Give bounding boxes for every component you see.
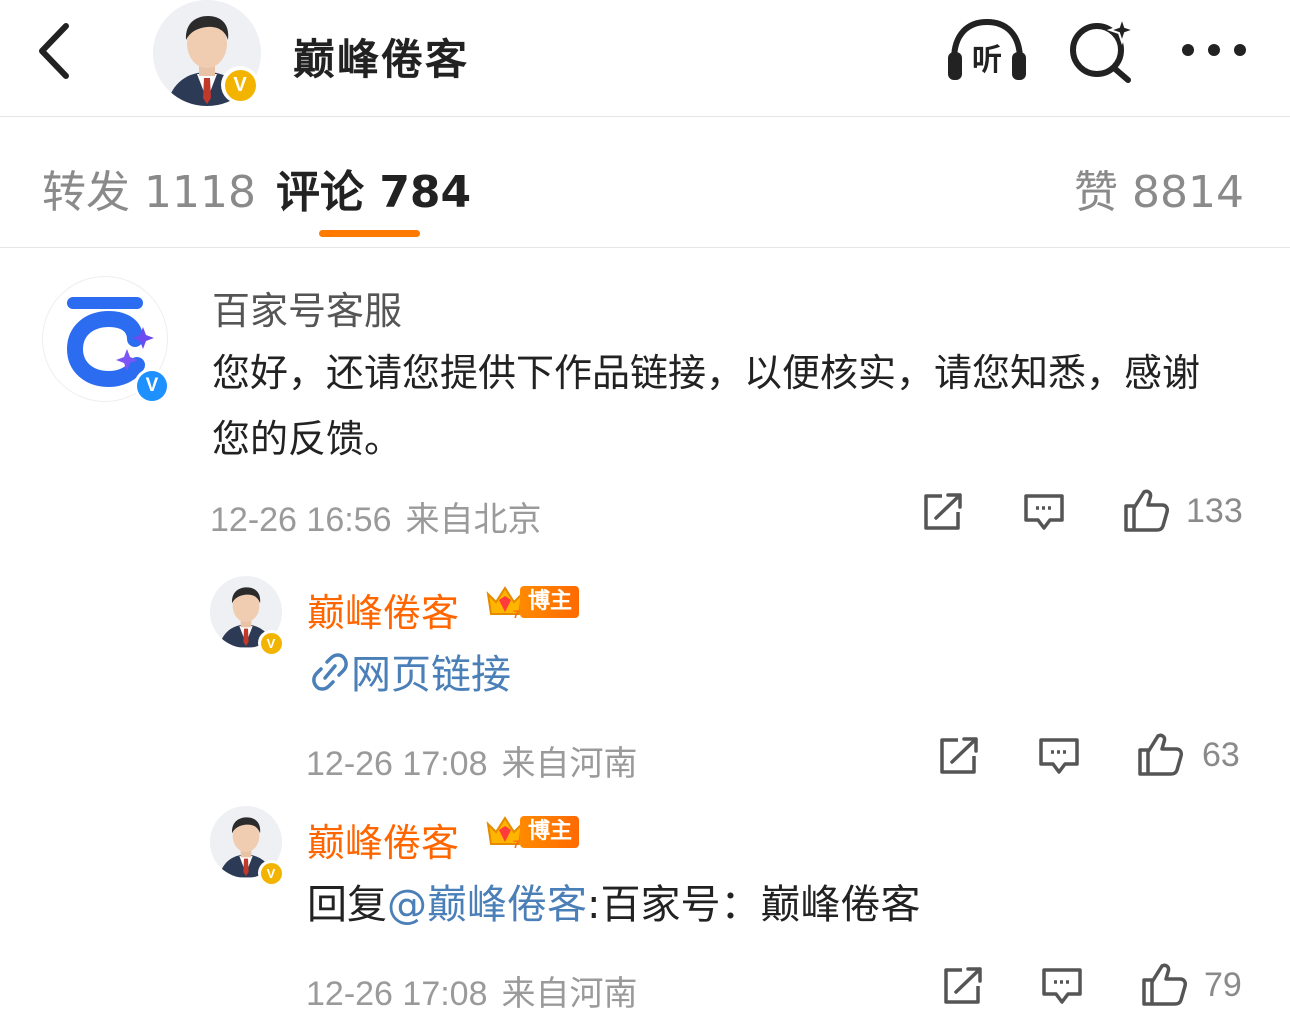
comment-icon bbox=[1024, 494, 1064, 530]
tab-comments[interactable]: 评论 784 bbox=[276, 156, 471, 220]
search-button[interactable] bbox=[1066, 14, 1138, 86]
chevron-left-icon bbox=[39, 23, 69, 79]
comment-text: 回复@巅峰倦客:百家号：巅峰倦客 bbox=[307, 872, 920, 938]
verified-badge-icon: V bbox=[258, 630, 284, 656]
listen-button[interactable]: 听 bbox=[944, 14, 1030, 86]
reply-button[interactable] bbox=[1022, 492, 1066, 536]
web-link[interactable]: 网页链接 bbox=[307, 642, 511, 708]
tab-likes[interactable]: 赞 8814 bbox=[1074, 156, 1244, 220]
link-text[interactable]: 网页链接 bbox=[351, 652, 511, 698]
comment-time: 12-26 17:08 bbox=[306, 745, 488, 783]
comment-location: 来自河南 bbox=[501, 974, 638, 1014]
mention-link[interactable]: @巅峰倦客 bbox=[387, 882, 587, 928]
comment-time: 12-26 16:56 bbox=[210, 501, 392, 539]
comment-text: 您好，还请您提供下作品链接，以便核实，请您知悉，感谢您的反馈。 bbox=[212, 351, 1201, 461]
commenter-avatar[interactable]: V bbox=[210, 576, 284, 656]
share-button[interactable] bbox=[936, 736, 980, 780]
comment-icon bbox=[1042, 968, 1082, 1004]
like-count: 133 bbox=[1186, 492, 1243, 530]
top-bar: V 巅峰倦客 听 bbox=[0, 0, 1290, 117]
comment-meta: 12-26 17:08 来自河南 bbox=[306, 736, 638, 785]
sparkle-search-icon bbox=[1070, 14, 1138, 83]
comment-author[interactable]: 巅峰倦客 bbox=[307, 582, 459, 637]
like-count: 79 bbox=[1204, 966, 1242, 1004]
like-count: 63 bbox=[1202, 736, 1240, 774]
svg-text:7: 7 bbox=[513, 839, 519, 851]
reply-prefix: 回复 bbox=[307, 882, 387, 928]
like-button[interactable] bbox=[1122, 486, 1170, 538]
reply-button[interactable] bbox=[1037, 736, 1081, 780]
comment-author[interactable]: 巅峰倦客 bbox=[307, 812, 459, 867]
reply-body: :百家号：巅峰倦客 bbox=[587, 882, 921, 928]
share-button[interactable] bbox=[920, 492, 964, 536]
comment-meta: 12-26 16:56 来自北京 bbox=[210, 492, 542, 541]
thumbs-up-icon bbox=[1124, 489, 1169, 532]
thumbs-up-icon bbox=[1138, 733, 1183, 776]
share-button[interactable] bbox=[940, 966, 984, 1010]
page-title: 巅峰倦客 bbox=[293, 35, 470, 84]
comment-icon bbox=[1039, 738, 1079, 774]
tab-reposts[interactable]: 转发 1118 bbox=[42, 156, 256, 220]
share-icon bbox=[924, 493, 962, 530]
svg-text:7: 7 bbox=[513, 609, 519, 621]
share-icon bbox=[940, 737, 978, 774]
commenter-avatar[interactable]: V bbox=[210, 806, 284, 886]
more-options-button[interactable] bbox=[1178, 30, 1250, 70]
blogger-tag: 博主 bbox=[520, 586, 580, 618]
comment-author[interactable]: 百家号客服 bbox=[212, 280, 402, 335]
interaction-tabs: 转发 1118 评论 784 赞 8814 bbox=[0, 118, 1290, 248]
comment-meta: 12-26 17:08 来自河南 bbox=[306, 966, 638, 1015]
blogger-badge: 7 博主 bbox=[484, 584, 580, 621]
share-icon bbox=[944, 967, 982, 1004]
verified-badge-icon: V bbox=[221, 66, 259, 104]
verified-badge-icon: V bbox=[258, 860, 284, 886]
comment-item: V 百家号客服 您好，还请您提供下作品链接，以便核实，请您知悉，感谢您的反馈。 … bbox=[0, 248, 1290, 548]
blogger-tag: 博主 bbox=[520, 816, 580, 848]
headphones-icon: 听 bbox=[948, 18, 1026, 80]
thumbs-up-icon bbox=[1142, 963, 1187, 1006]
author-avatar[interactable]: V bbox=[153, 0, 261, 106]
link-icon bbox=[312, 653, 348, 691]
comment-location: 来自北京 bbox=[405, 500, 542, 540]
comment-time: 12-26 17:08 bbox=[306, 975, 488, 1013]
verified-badge-icon: V bbox=[134, 368, 170, 404]
more-dots-icon bbox=[1182, 44, 1246, 56]
blogger-badge: 7 博主 bbox=[484, 814, 580, 851]
commenter-avatar[interactable]: V bbox=[42, 276, 170, 404]
reply-item: V 巅峰倦客 7 博主 网页链接 12-26 17:08 来自河南 63 bbox=[0, 572, 1290, 798]
comment-location: 来自河南 bbox=[501, 744, 638, 784]
listen-label: 听 bbox=[972, 43, 1002, 78]
like-button[interactable] bbox=[1140, 960, 1188, 1012]
reply-button[interactable] bbox=[1040, 966, 1084, 1010]
like-button[interactable] bbox=[1136, 730, 1184, 782]
back-button[interactable] bbox=[28, 18, 84, 84]
active-tab-indicator bbox=[319, 230, 420, 237]
reply-item: V 巅峰倦客 7 博主 回复@巅峰倦客:百家号：巅峰倦客 12-26 17:08… bbox=[0, 802, 1290, 1029]
